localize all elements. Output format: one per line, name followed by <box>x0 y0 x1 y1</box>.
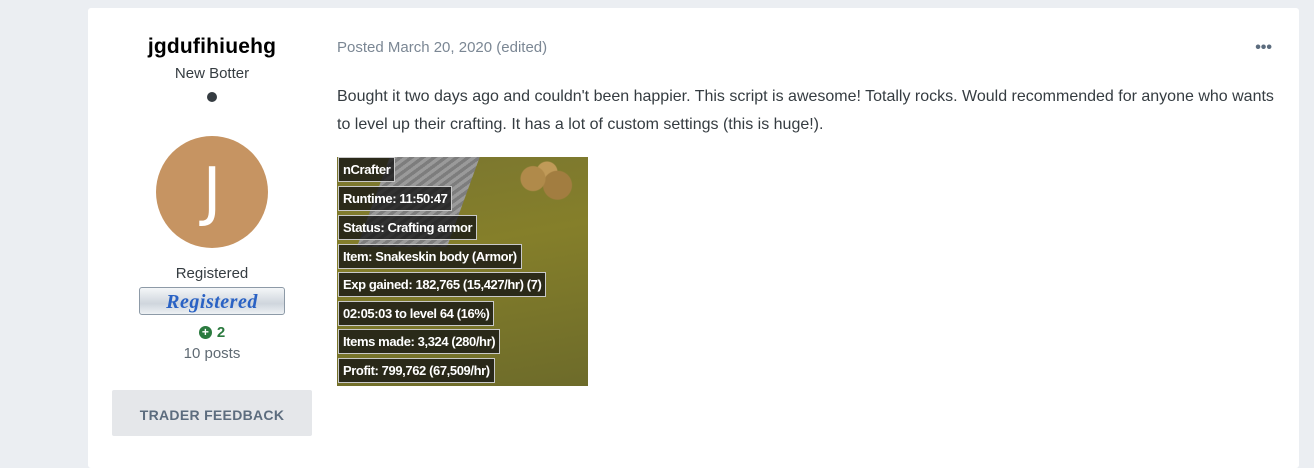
overlay-line: Exp gained: 182,765 (15,427/hr) (7) <box>338 272 547 297</box>
overlay-line: nCrafter <box>338 157 396 182</box>
overlay-line: Profit: 799,762 (67,509/hr) <box>338 358 495 383</box>
overlay-line: 02:05:03 to level 64 (16%) <box>338 301 495 326</box>
attached-screenshot[interactable]: nCrafter Runtime: 11:50:47 Status: Craft… <box>337 157 588 386</box>
online-status-icon <box>207 92 217 102</box>
trader-feedback-button[interactable]: TRADER FEEDBACK <box>112 390 312 436</box>
game-rocks <box>512 161 582 205</box>
avatar[interactable]: J <box>156 136 268 248</box>
post-card: jgdufihiuehg New Botter J Registered Reg… <box>88 8 1299 468</box>
post-meta: Posted March 20, 2020 (edited) <box>337 39 548 56</box>
post-content: Posted March 20, 2020 (edited) ••• Bough… <box>337 8 1277 386</box>
rank-title: New Botter <box>174 65 250 82</box>
group-badge-image: Registered <box>135 285 289 321</box>
overlay-line: Status: Crafting armor <box>338 215 478 240</box>
avatar-letter: J <box>202 155 222 229</box>
ellipsis-icon[interactable]: ••• <box>1255 39 1272 57</box>
author-name[interactable]: jgdufihiuehg <box>112 35 312 59</box>
post-count: 10 posts <box>183 345 241 362</box>
group-name: Registered <box>175 265 249 282</box>
overlay-line: Runtime: 11:50:47 <box>338 186 453 211</box>
overlay-line: Item: Snakeskin body (Armor) <box>338 244 522 269</box>
post-body: Bought it two days ago and couldn't been… <box>337 88 1274 133</box>
reputation-count: 2 <box>216 324 226 341</box>
plus-circle-icon: + <box>198 326 212 339</box>
author-panel: jgdufihiuehg New Botter J Registered Reg… <box>112 8 312 436</box>
overlay-line: Items made: 3,324 (280/hr) <box>338 329 501 354</box>
reputation-badge[interactable]: + 2 <box>112 324 312 341</box>
badge-text: Registered <box>166 291 258 313</box>
